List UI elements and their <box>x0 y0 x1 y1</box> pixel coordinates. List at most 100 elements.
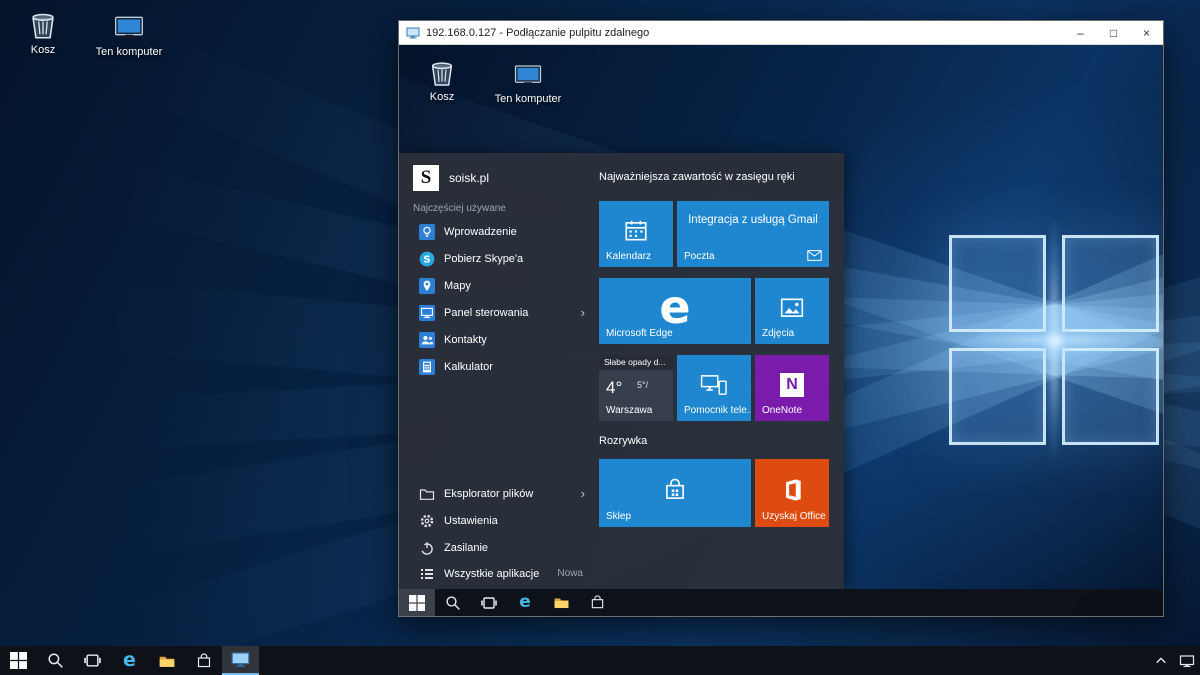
edge-icon: e <box>519 594 531 611</box>
host-store-button[interactable] <box>185 646 222 675</box>
this-pc-icon <box>513 61 543 91</box>
folder-icon <box>553 594 570 611</box>
tile-onenote[interactable]: N OneNote <box>755 355 829 421</box>
host-rdp-app-button[interactable] <box>222 646 259 675</box>
control-panel-icon <box>419 305 435 321</box>
recycle-bin-icon <box>426 57 458 89</box>
store-icon <box>662 477 688 503</box>
desktop-icon-kosz[interactable]: Kosz <box>12 8 74 56</box>
edge-icon: e <box>123 651 136 670</box>
tile-poczta[interactable]: Integracja z usługą Gmail Poczta <box>677 201 829 267</box>
skype-icon: S <box>419 251 435 267</box>
rdp-client-area: Kosz Ten komputer S soisk.pl Najczęściej… <box>399 45 1163 616</box>
start-item-ustawienia[interactable]: Ustawienia <box>399 507 599 534</box>
remote-search-button[interactable] <box>435 589 471 616</box>
windows-logo-icon <box>10 652 27 669</box>
tray-display-button[interactable] <box>1174 646 1200 675</box>
remote-start-button[interactable] <box>399 589 435 616</box>
start-item-mapy[interactable]: Mapy <box>399 272 599 299</box>
rdp-window: 192.168.0.127 - Podłączanie pulpitu zdal… <box>398 20 1164 617</box>
this-pc-icon <box>113 12 145 44</box>
host-task-view-button[interactable] <box>74 646 111 675</box>
remote-desktop-icon-kosz[interactable]: Kosz <box>411 57 473 103</box>
calculator-icon <box>419 359 435 375</box>
phone-companion-icon <box>700 373 728 397</box>
tile-sklep[interactable]: Sklep <box>599 459 751 527</box>
host-edge-button[interactable]: e <box>111 646 148 675</box>
host-desktop: Kosz Ten komputer 192.168.0.127 - Podłąc… <box>0 0 1200 675</box>
people-icon <box>419 332 435 348</box>
most-used-header: Najczęściej używane <box>413 203 506 214</box>
remote-edge-button[interactable]: e <box>507 589 543 616</box>
tile-pogoda[interactable]: Słabe opady d... 4° 5°/ Warszawa <box>599 355 673 421</box>
start-item-skype[interactable]: S Pobierz Skype'a <box>399 245 599 272</box>
start-item-wszystkie-aplikacje[interactable]: Wszystkie aplikacje Nowa <box>399 560 599 587</box>
gear-icon <box>419 513 435 529</box>
power-icon <box>419 540 435 556</box>
store-icon <box>196 653 212 669</box>
tile-office[interactable]: Uzyskaj Office <box>755 459 829 527</box>
host-search-button[interactable] <box>37 646 74 675</box>
start-item-kontakty[interactable]: Kontakty <box>399 326 599 353</box>
weather-temp: 4° <box>606 378 622 398</box>
host-start-button[interactable] <box>0 646 37 675</box>
rdp-titlebar-icon <box>406 26 420 40</box>
remote-taskbar: e <box>399 589 1163 616</box>
search-icon <box>445 595 461 611</box>
folder-icon <box>158 652 176 670</box>
submenu-chevron-icon: › <box>581 305 585 320</box>
rdp-window-title: 192.168.0.127 - Podłączanie pulpitu zdal… <box>426 27 1064 39</box>
system-tray <box>1148 646 1200 675</box>
lightbulb-icon <box>419 224 435 240</box>
remote-desktop-icon-ten-komputer[interactable]: Ten komputer <box>489 61 567 105</box>
tray-expand-button[interactable] <box>1148 646 1174 675</box>
edge-icon: e <box>659 284 690 330</box>
start-item-eksplorator[interactable]: Eksplorator plików › <box>399 480 599 507</box>
search-icon <box>47 652 64 669</box>
tile-edge[interactable]: e Microsoft Edge <box>599 278 751 344</box>
start-item-kalkulator[interactable]: Kalkulator <box>399 353 599 380</box>
display-icon <box>1179 653 1195 669</box>
host-taskbar: e <box>0 646 1200 675</box>
user-logo: S <box>413 165 439 191</box>
tile-grid: Kalendarz Integracja z usługą Gmail Pocz… <box>599 201 829 531</box>
tile-pomocnik[interactable]: Pomocnik tele... <box>677 355 751 421</box>
submenu-chevron-icon: › <box>581 486 585 501</box>
remote-store-button[interactable] <box>579 589 615 616</box>
start-item-zasilanie[interactable]: Zasilanie <box>399 534 599 561</box>
user-name: soisk.pl <box>449 171 489 185</box>
host-file-explorer-button[interactable] <box>148 646 185 675</box>
maximize-button[interactable]: □ <box>1097 21 1130 44</box>
photos-icon <box>779 295 805 321</box>
windows-logo-icon <box>409 595 425 611</box>
tiles-header: Najważniejsza zawartość w zasięgu ręki <box>599 171 795 183</box>
rdp-titlebar[interactable]: 192.168.0.127 - Podłączanie pulpitu zdal… <box>399 21 1163 45</box>
tile-zdjecia[interactable]: Zdjęcia <box>755 278 829 344</box>
remote-desktop-icon <box>231 650 250 669</box>
start-item-wprowadzenie[interactable]: Wprowadzenie <box>399 218 599 245</box>
recycle-bin-icon <box>26 8 60 42</box>
remote-file-explorer-button[interactable] <box>543 589 579 616</box>
minimize-button[interactable]: – <box>1064 21 1097 44</box>
windows-hero-logo <box>949 235 1159 445</box>
task-view-icon <box>84 652 101 669</box>
tile-kalendarz[interactable]: Kalendarz <box>599 201 673 267</box>
close-button[interactable]: × <box>1130 21 1163 44</box>
start-item-panel-sterowania[interactable]: Panel sterowania › <box>399 299 599 326</box>
desktop-icon-label: Ten komputer <box>495 93 562 105</box>
entertainment-header: Rozrywka <box>599 435 647 447</box>
svg-text:S: S <box>423 254 430 265</box>
desktop-icon-label: Kosz <box>31 44 55 56</box>
mail-icon <box>807 250 822 261</box>
office-icon <box>779 477 805 503</box>
file-explorer-icon <box>419 486 435 502</box>
remote-task-view-button[interactable] <box>471 589 507 616</box>
maps-icon <box>419 278 435 294</box>
mail-headline: Integracja z usługą Gmail <box>677 214 829 226</box>
all-apps-icon <box>419 566 435 582</box>
onenote-icon: N <box>780 373 804 397</box>
weather-condition: Słabe opady d... <box>599 355 673 370</box>
desktop-icon-ten-komputer[interactable]: Ten komputer <box>90 12 168 58</box>
start-user-tile[interactable]: S soisk.pl <box>413 165 489 191</box>
store-icon <box>590 595 605 610</box>
